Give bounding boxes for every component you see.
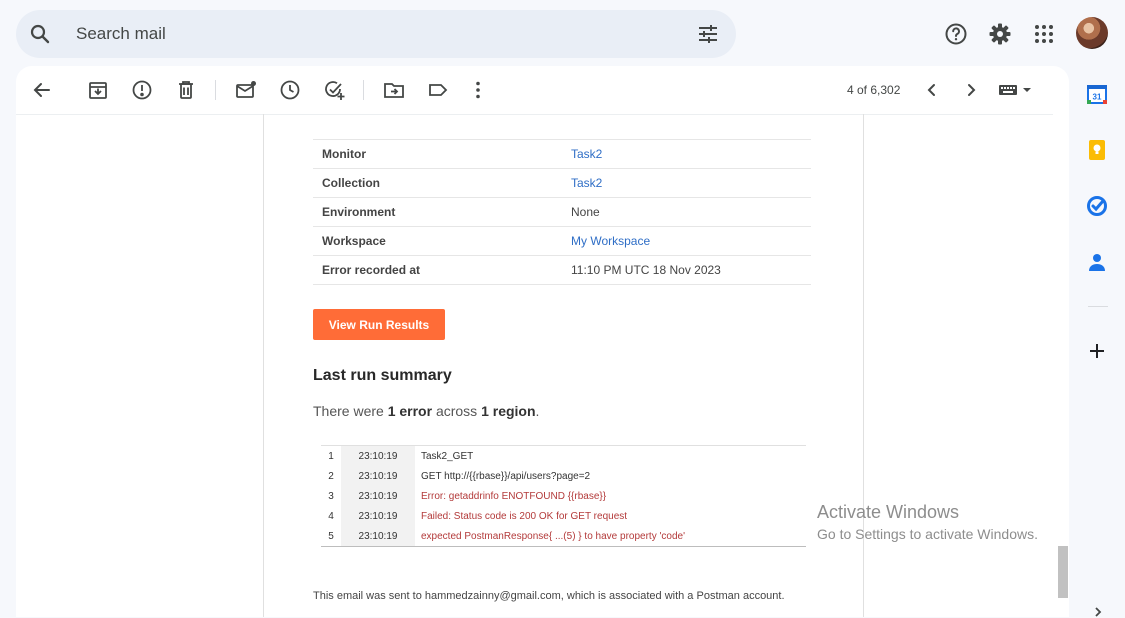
info-value-link[interactable]: Task2 [571,168,811,198]
log-line-number: 4 [328,510,334,522]
log-timestamp: 23:10:19 [341,445,415,466]
info-key: Collection [313,168,571,198]
info-row: Monitor Task2 [313,139,811,169]
info-value-link[interactable]: Task2 [571,139,811,169]
add-to-tasks-icon[interactable] [322,78,346,102]
log-timestamp: 23:10:19 [341,506,415,526]
log-line-number: 5 [328,530,334,542]
log-error-message: Failed: Status code is 200 OK for GET re… [415,506,806,526]
info-value: 11:10 PM UTC 18 Nov 2023 [571,255,811,285]
move-to-icon[interactable] [382,78,406,102]
apps-grid-icon[interactable] [1032,22,1056,46]
log-line-number: 3 [328,490,334,502]
error-count: 1 error [387,403,433,419]
info-key: Error recorded at [313,255,571,285]
activation-watermark: Activate Windows Go to Settings to activ… [817,502,1038,542]
message-count: 4 of 6,302 [847,83,901,97]
info-value-link[interactable]: My Workspace [571,226,811,256]
log-row: 4 23:10:19 Failed: Status code is 200 OK f… [321,506,806,526]
snooze-icon[interactable] [278,78,302,102]
report-spam-icon[interactable] [130,78,154,102]
log-error-message: expected PostmanResponse{ ...(5) } to ha… [415,526,806,547]
monitor-info-table: Monitor Task2 Collection Task2 Environment No… [313,139,811,285]
log-row: 3 23:10:19 Error: getaddrinfo ENOTFOUND {{… [321,486,806,506]
view-run-results-button[interactable]: View Run Results [313,309,445,340]
contacts-icon[interactable] [1086,251,1108,273]
info-row: Error recorded at 11:10 PM UTC 18 Nov 202… [313,255,811,285]
account-avatar[interactable] [1076,17,1108,49]
chevron-right-icon[interactable] [1092,606,1104,618]
region-count: 1 region [481,403,536,419]
calendar-icon[interactable]: 31 [1086,83,1108,105]
toolbar-divider [363,80,364,100]
summary-text: There were 1 error across 1 region. [313,403,540,419]
log-error-message: Error: getaddrinfo ENOTFOUND {{rbase}} [415,486,806,506]
search-bar[interactable]: Search mail [16,10,736,58]
delete-icon[interactable] [174,78,198,102]
side-panel-divider [1088,306,1108,307]
log-row: 5 23:10:19 expected PostmanResponse{ ...(5… [321,526,806,547]
log-line-number: 2 [328,470,334,482]
log-timestamp: 23:10:19 [341,486,415,506]
top-bar: Search mail [0,0,1125,66]
info-value: None [571,197,811,227]
more-vert-icon[interactable] [466,78,490,102]
run-log-table: 1 23:10:19 Task2_GET 2 23:10:19 GET http://{{… [321,445,806,547]
log-message: GET http://{{rbase}}/api/users?page=2 [415,466,806,486]
search-icon[interactable] [28,22,52,46]
add-icon[interactable] [1086,340,1108,362]
svg-text:31: 31 [1093,93,1102,102]
back-arrow-icon[interactable] [30,78,54,102]
info-key: Workspace [313,226,571,256]
log-row: 1 23:10:19 Task2_GET [321,445,806,466]
email-body: Monitor Task2 Collection Task2 Environment No… [263,114,864,617]
info-row: Environment None [313,197,811,227]
log-line-number: 1 [328,450,334,462]
older-chevron-left-icon[interactable] [920,78,944,102]
info-row: Workspace My Workspace [313,226,811,256]
info-key: Monitor [313,139,571,169]
info-key: Environment [313,197,571,227]
log-timestamp: 23:10:19 [341,526,415,547]
newer-chevron-right-icon[interactable] [959,78,983,102]
toolbar-divider [215,80,216,100]
search-input[interactable]: Search mail [76,24,166,44]
summary-heading: Last run summary [313,367,452,384]
settings-gear-icon[interactable] [988,22,1012,46]
email-footer: This email was sent to hammedzainny@gmai… [313,590,785,602]
message-toolbar: 4 of 6,302 [16,66,1053,115]
mark-unread-icon[interactable] [234,78,258,102]
log-row: 2 23:10:19 GET http://{{rbase}}/api/users?… [321,466,806,486]
search-options-icon[interactable] [696,22,720,46]
scrollbar-thumb[interactable] [1058,546,1068,598]
label-icon[interactable] [426,78,450,102]
info-row: Collection Task2 [313,168,811,198]
archive-icon[interactable] [86,78,110,102]
keep-icon[interactable] [1086,139,1108,161]
help-icon[interactable] [944,22,968,46]
log-timestamp: 23:10:19 [341,466,415,486]
input-tools-keyboard-icon[interactable] [998,78,1034,102]
tasks-icon[interactable] [1086,195,1108,217]
log-message: Task2_GET [415,445,806,466]
